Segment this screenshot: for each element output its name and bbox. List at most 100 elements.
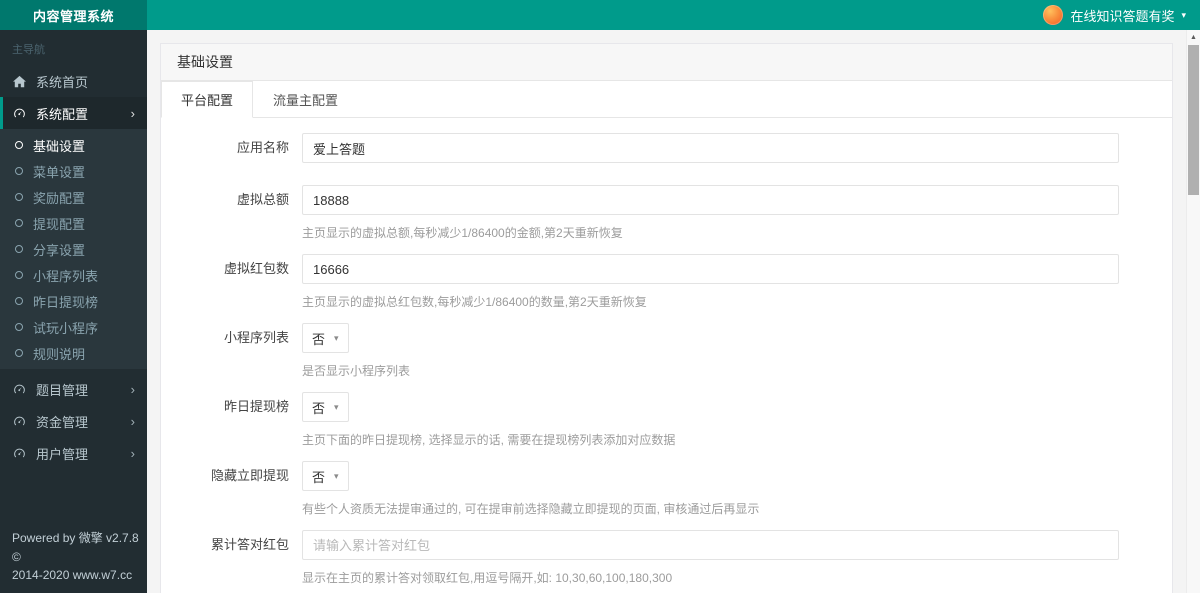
sidebar-item-question-mgmt[interactable]: 题目管理 › (0, 373, 147, 405)
main-content: 基础设置 平台配置 流量主配置 应用名称 虚拟总额 主页显示的虚拟总额,每秒减少… (147, 30, 1186, 593)
system-config-submenu: 基础设置 菜单设置 奖励配置 提现配置 分享设置 小程序列表 昨日提现榜 试玩小… (0, 129, 147, 369)
dashboard-icon (12, 415, 27, 428)
chevron-right-icon: › (130, 105, 135, 121)
field-hint: 是否显示小程序列表 (302, 364, 411, 378)
sidebar-item-home[interactable]: 系统首页 (0, 65, 147, 97)
sidebar-item-label: 系统首页 (36, 74, 89, 90)
submenu-item-menu-settings[interactable]: 菜单设置 (0, 158, 147, 184)
miniapp-list-select[interactable]: 否 ▾ (302, 323, 349, 353)
submenu-item-withdraw-config[interactable]: 提现配置 (0, 210, 147, 236)
field-label: 小程序列表 (223, 330, 289, 345)
dashboard-icon (12, 383, 27, 396)
submenu-item-share-settings[interactable]: 分享设置 (0, 236, 147, 262)
sidebar-item-fund-mgmt[interactable]: 资金管理 › (0, 405, 147, 437)
virtual-total-input[interactable] (302, 185, 1119, 215)
user-menu-label: 在线知识答题有奖 (1070, 8, 1175, 24)
form-row-app-name: 应用名称 (161, 133, 1172, 163)
submenu-item-label: 试玩小程序 (33, 320, 99, 336)
tab-traffic-config[interactable]: 流量主配置 (253, 81, 358, 118)
form-row-miniapp-list: 小程序列表 否 ▾ 是否显示小程序列表 (161, 323, 1172, 379)
page-scrollbar[interactable]: ▲ (1186, 30, 1200, 593)
field-label: 昨日提现榜 (223, 399, 289, 414)
form-row-cumulative-redpacket: 累计答对红包 显示在主页的累计答对领取红包,用逗号隔开,如: 10,30,60,… (161, 530, 1172, 586)
footer-line2[interactable]: 2014-2020 www.w7.cc (12, 566, 141, 585)
scrollbar-thumb[interactable] (1188, 45, 1199, 195)
sidebar-item-label: 资金管理 (36, 414, 89, 430)
top-header: 内容管理系统 在线知识答题有奖 ▾ (0, 0, 1200, 30)
circle-icon (15, 297, 23, 305)
user-avatar-icon (1043, 5, 1064, 25)
caret-down-icon: ▾ (1181, 9, 1186, 20)
field-hint: 主页显示的虚拟总红包数,每秒减少1/86400的数量,第2天重新恢复 (302, 295, 647, 309)
submenu-item-miniapp-list[interactable]: 小程序列表 (0, 262, 147, 288)
chevron-right-icon: › (130, 413, 135, 429)
submenu-item-basic-settings[interactable]: 基础设置 (0, 132, 147, 158)
settings-panel: 基础设置 平台配置 流量主配置 应用名称 虚拟总额 主页显示的虚拟总额,每秒减少… (160, 43, 1173, 593)
submenu-item-label: 提现配置 (33, 216, 86, 232)
caret-down-icon: ▾ (334, 470, 339, 481)
circle-icon (15, 141, 23, 149)
circle-icon (15, 349, 23, 357)
sidebar-section-label: 主导航 (12, 44, 45, 56)
tab-bar: 平台配置 流量主配置 (161, 81, 1172, 118)
virtual-redpacket-input[interactable] (302, 254, 1119, 284)
submenu-item-label: 昨日提现榜 (33, 294, 99, 310)
submenu-item-label: 菜单设置 (33, 164, 86, 180)
app-name-input[interactable] (302, 133, 1119, 163)
circle-icon (15, 193, 23, 201)
submenu-item-label: 规则说明 (33, 346, 86, 362)
field-hint: 显示在主页的累计答对领取红包,用逗号隔开,如: 10,30,60,100,180… (302, 571, 673, 585)
field-hint: 有些个人资质无法提审通过的, 可在提审前选择隐藏立即提现的页面, 审核通过后再显… (302, 502, 760, 516)
select-value: 否 (312, 400, 326, 416)
sidebar-item-label: 系统配置 (36, 106, 89, 122)
form-row-hide-withdraw: 隐藏立即提现 否 ▾ 有些个人资质无法提审通过的, 可在提审前选择隐藏立即提现的… (161, 461, 1172, 517)
home-icon (12, 75, 27, 88)
tab-platform-config[interactable]: 平台配置 (161, 81, 254, 118)
submenu-item-reward-config[interactable]: 奖励配置 (0, 184, 147, 210)
scrollbar-up-arrow-icon[interactable]: ▲ (1187, 30, 1200, 45)
panel-title: 基础设置 (161, 44, 1172, 81)
footer-line1: Powered by 微擎 v2.7.8 © (12, 531, 139, 564)
field-label: 虚拟总额 (236, 192, 289, 207)
field-hint: 主页下面的昨日提现榜, 选择显示的话, 需要在提现榜列表添加对应数据 (302, 433, 676, 447)
submenu-item-trial-miniapp[interactable]: 试玩小程序 (0, 314, 147, 340)
user-menu[interactable]: 在线知识答题有奖 ▾ (1043, 5, 1186, 25)
sidebar-item-user-mgmt[interactable]: 用户管理 › (0, 437, 147, 469)
settings-form: 应用名称 虚拟总额 主页显示的虚拟总额,每秒减少1/86400的金额,第2天重新… (161, 118, 1172, 593)
yesterday-rank-select[interactable]: 否 ▾ (302, 392, 349, 422)
dashboard-icon (12, 447, 27, 460)
submenu-item-label: 基础设置 (33, 138, 86, 154)
circle-icon (15, 219, 23, 227)
top-navbar: 在线知识答题有奖 ▾ (147, 0, 1200, 30)
sidebar-footer: Powered by 微擎 v2.7.8 © 2014-2020 www.w7.… (12, 529, 141, 585)
circle-icon (15, 245, 23, 253)
select-value: 否 (312, 331, 326, 347)
form-row-virtual-redpacket: 虚拟红包数 主页显示的虚拟总红包数,每秒减少1/86400的数量,第2天重新恢复 (161, 254, 1172, 310)
submenu-item-rules[interactable]: 规则说明 (0, 340, 147, 366)
sidebar-item-label: 用户管理 (36, 446, 89, 462)
submenu-item-label: 奖励配置 (33, 190, 86, 206)
caret-down-icon: ▾ (334, 332, 339, 343)
form-row-virtual-total: 虚拟总额 主页显示的虚拟总额,每秒减少1/86400的金额,第2天重新恢复 (161, 185, 1172, 241)
sidebar-item-system-config[interactable]: 系统配置 › (0, 97, 147, 129)
hide-withdraw-select[interactable]: 否 ▾ (302, 461, 349, 491)
field-label: 虚拟红包数 (223, 261, 289, 276)
field-label: 应用名称 (236, 140, 289, 155)
field-hint: 主页显示的虚拟总额,每秒减少1/86400的金额,第2天重新恢复 (302, 226, 623, 240)
app-logo[interactable]: 内容管理系统 (0, 0, 147, 30)
field-label: 累计答对红包 (210, 537, 289, 552)
dashboard-icon (12, 107, 27, 120)
field-label: 隐藏立即提现 (210, 468, 289, 483)
circle-icon (15, 167, 23, 175)
sidebar-item-label: 题目管理 (36, 382, 89, 398)
submenu-item-label: 小程序列表 (33, 268, 99, 284)
circle-icon (15, 323, 23, 331)
caret-down-icon: ▾ (334, 401, 339, 412)
select-value: 否 (312, 469, 326, 485)
submenu-item-label: 分享设置 (33, 242, 86, 258)
chevron-right-icon: › (130, 381, 135, 397)
circle-icon (15, 271, 23, 279)
cumulative-redpacket-input[interactable] (302, 530, 1119, 560)
form-row-yesterday-rank: 昨日提现榜 否 ▾ 主页下面的昨日提现榜, 选择显示的话, 需要在提现榜列表添加… (161, 392, 1172, 448)
submenu-item-yesterday-rank[interactable]: 昨日提现榜 (0, 288, 147, 314)
